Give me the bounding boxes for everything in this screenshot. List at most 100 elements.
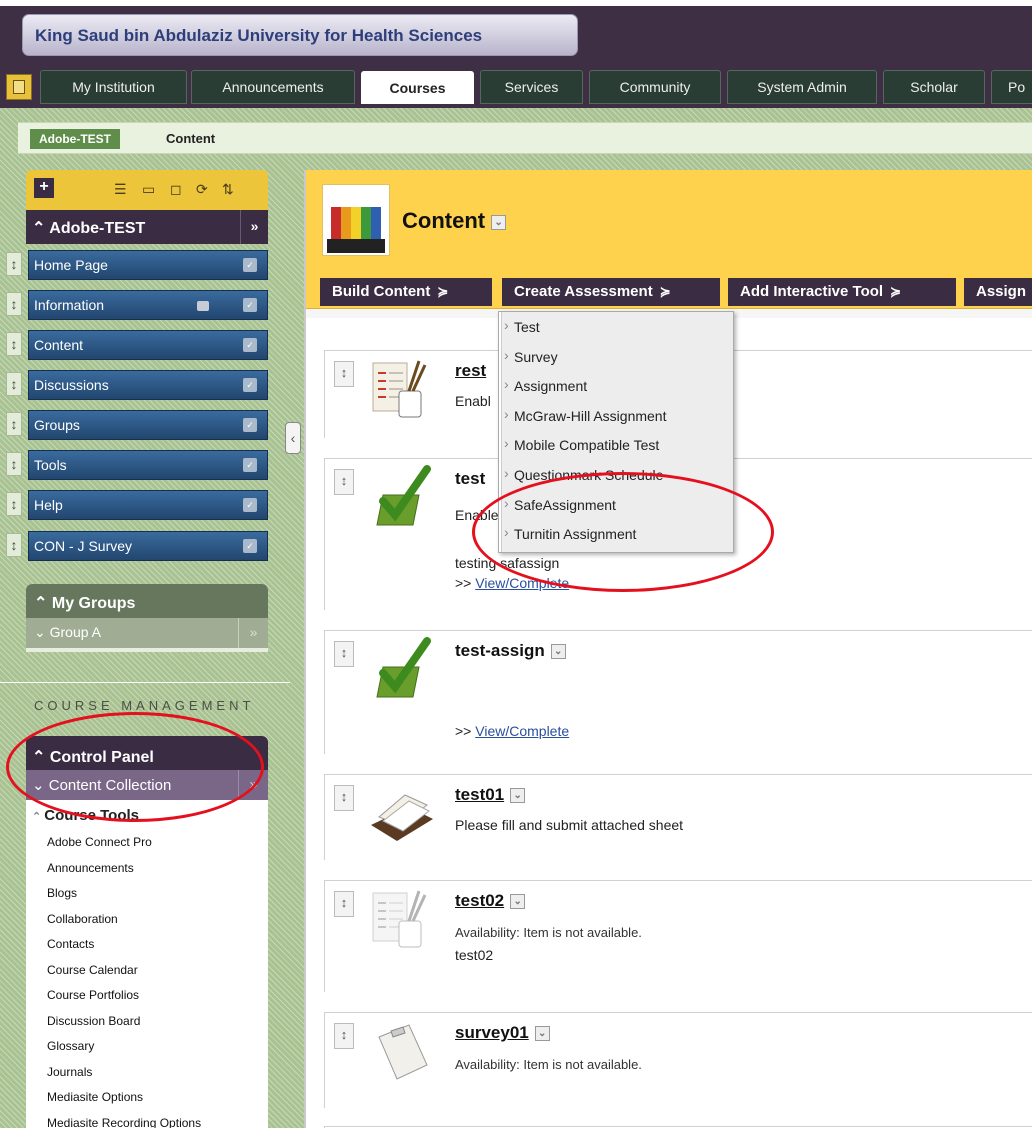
- item-options-icon[interactable]: ✓: [243, 498, 257, 512]
- course-menu-header[interactable]: ⌃ Adobe-TEST »: [26, 210, 268, 244]
- menu-item-label: Content: [34, 337, 84, 353]
- tool-link[interactable]: Course Calendar: [26, 958, 268, 984]
- drag-handle-icon[interactable]: ↕: [334, 1023, 354, 1049]
- item-options-icon[interactable]: ✓: [243, 258, 257, 272]
- tab-my-institution[interactable]: My Institution: [40, 70, 187, 104]
- menu-item-discussions[interactable]: Discussions ✓: [28, 370, 268, 400]
- tool-link[interactable]: Adobe Connect Pro: [26, 830, 268, 856]
- group-item[interactable]: ⌄ Group A »: [26, 618, 268, 648]
- menu-item-content[interactable]: Content ✓: [28, 330, 268, 360]
- tool-link[interactable]: Mediasite Recording Options: [26, 1111, 268, 1128]
- drag-handle-icon[interactable]: ↕: [6, 452, 22, 476]
- menu-item-help[interactable]: Help ✓: [28, 490, 268, 520]
- item-options-icon[interactable]: ✓: [243, 338, 257, 352]
- options-menu-icon[interactable]: ⌄: [510, 788, 526, 804]
- tab-system-admin[interactable]: System Admin: [727, 70, 877, 104]
- drag-handle-icon[interactable]: ↕: [6, 332, 22, 356]
- drag-handle-icon[interactable]: ↕: [334, 891, 354, 917]
- tab-scholar[interactable]: Scholar: [883, 70, 985, 104]
- drag-handle-icon[interactable]: ↕: [334, 361, 354, 387]
- add-interactive-tool-button[interactable]: Add Interactive Tool ≽: [728, 278, 956, 306]
- view-complete-link[interactable]: View/Complete: [475, 723, 569, 739]
- expand-group-icon[interactable]: »: [238, 618, 268, 648]
- tool-link[interactable]: Discussion Board: [26, 1009, 268, 1035]
- drag-handle-icon[interactable]: ↕: [6, 252, 22, 276]
- tool-link[interactable]: Mediasite Options: [26, 1085, 268, 1111]
- folder-view-icon[interactable]: ▭: [142, 181, 155, 198]
- tool-link[interactable]: Contacts: [26, 932, 268, 958]
- list-view-icon[interactable]: ☰: [114, 181, 127, 198]
- build-content-button[interactable]: Build Content ≽: [320, 278, 492, 306]
- assign-label: Assign: [976, 283, 1027, 300]
- page-title: Content ⌄: [402, 208, 507, 234]
- link-prefix: >>: [455, 723, 472, 739]
- link-prefix: >>: [455, 575, 472, 591]
- item-options-icon[interactable]: ✓: [243, 378, 257, 392]
- menu-item-label: CON - J Survey: [34, 538, 133, 554]
- options-menu-icon[interactable]: ⌄: [534, 1026, 550, 1042]
- tab-portal-partial[interactable]: Po: [991, 70, 1032, 104]
- item-title-link[interactable]: test01: [455, 785, 504, 804]
- menu-item-information[interactable]: Information ✓: [28, 290, 268, 320]
- item-options-icon[interactable]: ✓: [243, 298, 257, 312]
- menu-option-assignment[interactable]: Assignment: [502, 371, 733, 401]
- drag-handle-icon[interactable]: ↕: [334, 785, 354, 811]
- collapse-up-icon: ⌃: [32, 220, 50, 237]
- institution-logo[interactable]: King Saud bin Abdulaziz University for H…: [22, 14, 578, 56]
- tool-link[interactable]: Glossary: [26, 1034, 268, 1060]
- menu-option-survey[interactable]: Survey: [502, 342, 733, 372]
- menu-item-label: Help: [34, 497, 63, 513]
- options-menu-icon[interactable]: ⌄: [550, 644, 566, 660]
- tab-services[interactable]: Services: [480, 70, 583, 104]
- tab-courses[interactable]: Courses: [361, 71, 474, 104]
- drag-handle-icon[interactable]: ↕: [6, 292, 22, 316]
- item-options-icon[interactable]: ✓: [243, 418, 257, 432]
- menu-option-mcgraw-hill-assignment[interactable]: McGraw-Hill Assignment: [502, 401, 733, 431]
- menu-item-tools[interactable]: Tools ✓: [28, 450, 268, 480]
- item-title-text: test-assign: [455, 641, 545, 660]
- card-file-box-icon: [371, 794, 433, 841]
- breadcrumb-course[interactable]: Adobe-TEST: [30, 129, 120, 149]
- add-interactive-tool-label: Add Interactive Tool: [740, 283, 884, 300]
- drag-handle-icon[interactable]: ↕: [6, 533, 22, 557]
- menu-option-mobile-compatible-test[interactable]: Mobile Compatible Test: [502, 430, 733, 460]
- item-title-link[interactable]: rest: [455, 361, 486, 381]
- my-groups-header[interactable]: ⌃ My Groups: [26, 584, 268, 618]
- item-title-link[interactable]: survey01: [455, 1023, 529, 1042]
- item-text: test02: [455, 947, 494, 963]
- options-menu-icon[interactable]: ⌄: [510, 894, 526, 910]
- drag-handle-icon[interactable]: ↕: [6, 492, 22, 516]
- drag-handle-icon[interactable]: ↕: [334, 469, 354, 495]
- tool-link[interactable]: Blogs: [26, 881, 268, 907]
- window-icon[interactable]: ◻: [170, 181, 182, 198]
- menu-item-con-j-survey[interactable]: CON - J Survey ✓: [28, 531, 268, 561]
- menu-option-test[interactable]: Test: [502, 312, 733, 342]
- assign-button[interactable]: Assign: [964, 278, 1032, 306]
- expand-menu-icon[interactable]: »: [240, 210, 268, 244]
- menu-item-home-page[interactable]: Home Page ✓: [28, 250, 268, 280]
- add-menu-item-icon[interactable]: +: [34, 178, 54, 198]
- item-title-link[interactable]: test02: [455, 891, 504, 910]
- sort-icon[interactable]: ⇅: [222, 181, 234, 198]
- tab-announcements[interactable]: Announcements: [191, 70, 355, 104]
- item-title: test02 ⌄: [455, 891, 526, 911]
- item-description: Enabl: [455, 393, 491, 409]
- header-toggle-icon[interactable]: [6, 74, 32, 100]
- tool-link[interactable]: Journals: [26, 1060, 268, 1086]
- item-title: test: [455, 469, 486, 488]
- tool-link[interactable]: Course Portfolios: [26, 983, 268, 1009]
- tool-link[interactable]: Collaboration: [26, 907, 268, 933]
- item-options-icon[interactable]: ✓: [243, 539, 257, 553]
- drag-handle-icon[interactable]: ↕: [6, 412, 22, 436]
- drag-handle-icon[interactable]: ↕: [6, 372, 22, 396]
- item-options-icon[interactable]: ✓: [243, 458, 257, 472]
- item-title: survey01 ⌄: [455, 1023, 550, 1043]
- tool-link[interactable]: Announcements: [26, 856, 268, 882]
- menu-item-groups[interactable]: Groups ✓: [28, 410, 268, 440]
- create-assessment-button[interactable]: Create Assessment ≽: [502, 278, 720, 306]
- collapse-sidebar-icon[interactable]: ‹: [285, 422, 301, 454]
- tab-community[interactable]: Community: [589, 70, 721, 104]
- options-menu-icon[interactable]: ⌄: [491, 214, 507, 230]
- refresh-icon[interactable]: ⟳: [196, 181, 208, 198]
- drag-handle-icon[interactable]: ↕: [334, 641, 354, 667]
